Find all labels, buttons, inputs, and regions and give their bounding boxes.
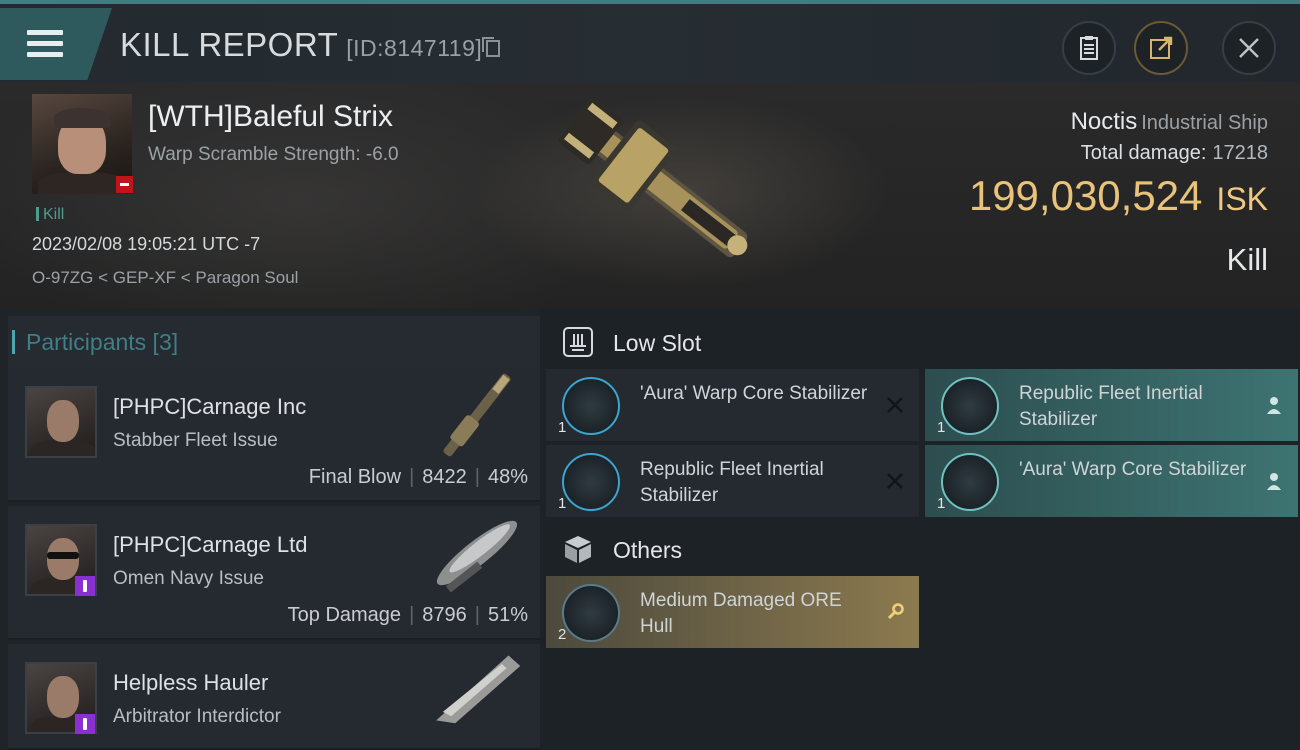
module-item[interactable]: 1 Republic Fleet Inertial Stabilizer <box>925 369 1298 441</box>
participants-header[interactable]: Participants [3] <box>8 316 540 368</box>
ship-class: Industrial Ship <box>1141 112 1268 134</box>
participant-ship: Arbitrator Interdictor <box>113 706 281 727</box>
module-name: Republic Fleet Inertial Stabilizer <box>1019 383 1203 430</box>
participant-percent: 51% <box>487 604 528 626</box>
share-icon <box>1150 36 1173 59</box>
participant-row[interactable]: Helpless Hauler Arbitrator Interdictor <box>8 644 540 750</box>
module-qty: 1 <box>558 495 567 512</box>
inertial-stabilizer-icon <box>562 453 620 511</box>
total-damage-value: 17218 <box>1212 142 1268 164</box>
isk-amount: 199,030,524 <box>968 172 1203 219</box>
kill-location[interactable]: O-97ZG < GEP-XF < Paragon Soul <box>32 268 298 288</box>
ship-name: Noctis <box>1070 108 1138 135</box>
corp-role-icon <box>75 714 95 734</box>
participant-name: [PHPC]Carnage Ltd <box>113 532 308 557</box>
isk-unit: ISK <box>1216 181 1268 217</box>
destroyed-x-icon <box>887 473 903 489</box>
module-qty: 2 <box>558 626 567 643</box>
inertial-stabilizer-icon <box>941 377 999 435</box>
wrench-icon <box>887 603 904 620</box>
module-item[interactable]: 1 Republic Fleet Inertial Stabilizer <box>546 445 919 517</box>
menu-icon <box>27 30 63 63</box>
module-qty: 1 <box>937 419 946 436</box>
module-name: Medium Damaged ORE Hull <box>640 590 842 637</box>
participant-damage: 8796 <box>422 604 467 626</box>
kill-datetime: 2023/02/08 19:05:21 UTC -7 <box>32 234 261 254</box>
participant-name: Helpless Hauler <box>113 670 269 695</box>
ship-thumbnail <box>443 373 511 457</box>
share-button[interactable] <box>1134 21 1188 75</box>
others-label: Others <box>613 537 683 563</box>
hostile-standing-icon <box>116 176 133 193</box>
participant-stats: Final Blow | 8422 | 48% <box>308 466 528 488</box>
participants-panel: Participants [3] [PHPC]Carnage Inc Stabb… <box>0 308 540 750</box>
module-item[interactable]: 1 'Aura' Warp Core Stabilizer <box>925 445 1298 517</box>
participant-row[interactable]: [PHPC]Carnage Ltd Omen Navy Issue Top Da… <box>8 506 540 640</box>
warp-core-stabilizer-icon <box>941 453 999 511</box>
close-button[interactable] <box>1222 21 1276 75</box>
total-damage-label: Total damage: <box>1080 142 1207 164</box>
top-bar: KILL REPORT [ID:8147119] <box>0 0 1300 82</box>
low-slot-icon <box>563 327 593 357</box>
others-header: Others <box>548 521 1300 577</box>
page-title: KILL REPORT [ID:8147119] <box>120 26 501 64</box>
ship-thumbnail <box>436 520 518 593</box>
pilot-icon <box>1267 473 1281 490</box>
module-name: 'Aura' Warp Core Stabilizer <box>1019 459 1247 480</box>
participants-title: Participants [3] <box>11 329 179 355</box>
pilot-icon <box>1267 397 1281 414</box>
menu-button[interactable] <box>0 8 112 80</box>
report-id: [ID:8147119] <box>346 35 483 61</box>
warp-core-stabilizer-icon <box>562 377 620 435</box>
low-slot-header: Low Slot <box>548 314 1300 370</box>
victim-ship[interactable]: Noctis Industrial Ship <box>1071 108 1268 136</box>
ship-render-image <box>558 97 748 258</box>
participant-ship: Stabber Fleet Issue <box>113 430 278 451</box>
kill-tag: Kill <box>36 206 64 224</box>
ship-thumbnail <box>436 655 521 724</box>
participant-role: Top Damage <box>287 604 402 626</box>
isk-value: 199,030,524 ISK <box>969 172 1268 220</box>
participant-row[interactable]: [PHPC]Carnage Inc Stabber Fleet Issue Fi… <box>8 368 540 502</box>
participant-name: [PHPC]Carnage Inc <box>113 394 307 419</box>
low-slot-label: Low Slot <box>613 330 702 356</box>
cargo-box-icon <box>565 536 591 563</box>
result-label: Kill <box>1226 242 1268 277</box>
module-item[interactable]: 2 Medium Damaged ORE Hull <box>546 576 919 648</box>
module-item[interactable]: 1 'Aura' Warp Core Stabilizer <box>546 369 919 441</box>
clipboard-button[interactable] <box>1062 21 1116 75</box>
fittings-panel: Low Slot 1 'Aura' Warp Core Stabilizer 1… <box>540 308 1300 750</box>
warp-scramble-strength: Warp Scramble Strength: -6.0 <box>148 144 399 165</box>
avatar[interactable] <box>25 386 97 458</box>
destroyed-x-icon <box>887 397 903 413</box>
module-name: 'Aura' Warp Core Stabilizer <box>640 383 868 404</box>
victim-banner: [WTH]Baleful Strix Warp Scramble Strengt… <box>0 82 1300 308</box>
copy-icon[interactable] <box>482 37 501 57</box>
participant-damage: 8422 <box>422 466 467 488</box>
participant-role: Final Blow <box>308 466 402 488</box>
corp-role-icon <box>75 576 95 596</box>
victim-name[interactable]: [WTH]Baleful Strix <box>148 100 393 134</box>
close-icon <box>1239 38 1259 58</box>
page-title-text: KILL REPORT <box>120 26 339 63</box>
damaged-hull-icon <box>562 584 620 642</box>
participant-stats: Top Damage | 8796 | 51% <box>287 604 528 626</box>
clipboard-icon <box>1080 36 1098 60</box>
participant-ship: Omen Navy Issue <box>113 568 264 589</box>
module-name: Republic Fleet Inertial Stabilizer <box>640 459 824 506</box>
module-qty: 1 <box>558 419 567 436</box>
module-qty: 1 <box>937 495 946 512</box>
total-damage: Total damage: 17218 <box>1081 142 1268 165</box>
participant-percent: 48% <box>487 466 528 488</box>
